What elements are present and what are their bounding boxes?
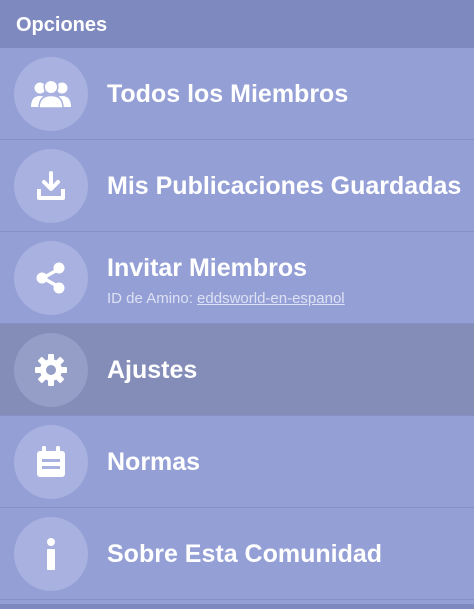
info-icon	[14, 517, 88, 591]
calendar-icon	[14, 425, 88, 499]
amino-id-prefix: ID de Amino:	[107, 290, 198, 307]
menu-item-rules[interactable]: Normas	[0, 416, 474, 508]
menu-item-label: Invitar Miembros	[107, 254, 308, 282]
download-icon	[14, 149, 88, 223]
options-panel: Opciones Todos los Miembros Mis Publicac…	[0, 0, 474, 609]
gear-icon	[14, 333, 88, 407]
menu-item-saved-posts[interactable]: Mis Publicaciones Guardadas	[0, 140, 474, 232]
menu-item-settings[interactable]: Ajustes	[0, 324, 474, 416]
menu-item-label: Sobre Esta Comunidad	[107, 540, 383, 568]
amino-id-text: ID de Amino: eddsworld-en-espanol	[107, 290, 345, 307]
menu-item-label: Normas	[107, 448, 201, 476]
share-icon	[14, 241, 88, 315]
amino-id-link[interactable]: eddsworld-en-espanol	[197, 290, 345, 307]
menu-item-label: Ajustes	[107, 356, 198, 384]
members-icon	[14, 57, 88, 131]
menu-item-about-community[interactable]: Sobre Esta Comunidad	[0, 508, 474, 600]
menu-item-all-members[interactable]: Todos los Miembros	[0, 48, 474, 140]
options-header: Opciones	[0, 0, 474, 48]
bottom-divider	[0, 604, 474, 609]
menu-item-label: Todos los Miembros	[107, 80, 349, 108]
menu-item-invite-members[interactable]: Invitar Miembros ID de Amino: eddsworld-…	[0, 232, 474, 324]
menu-item-label: Mis Publicaciones Guardadas	[107, 172, 462, 200]
